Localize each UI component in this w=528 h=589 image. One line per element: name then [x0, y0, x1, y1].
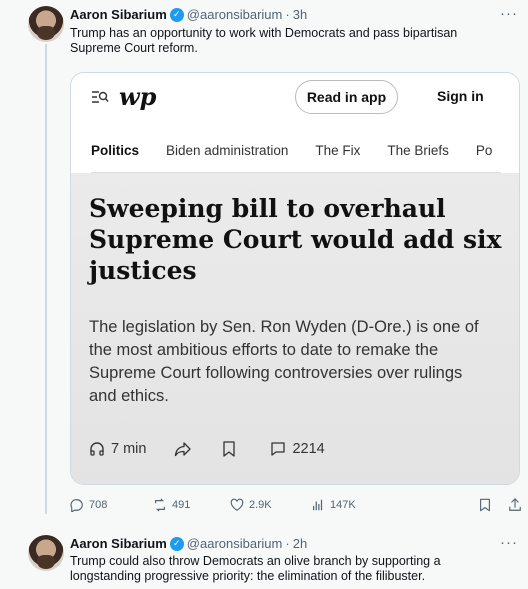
tweet[interactable]: Aaron Sibarium ✓ @aaronsibarium · 3h ···…	[0, 0, 528, 518]
nav-item-politics[interactable]: Politics	[91, 143, 139, 158]
article-dek: The legislation by Sen. Ron Wyden (D-Ore…	[89, 318, 479, 405]
timestamp[interactable]: 2h	[293, 536, 307, 551]
tweet-text: Trump has an opportunity to work with De…	[70, 26, 458, 55]
repost-count: 491	[172, 499, 191, 511]
tweet-action-bar: 708 491 2.9K 147K	[70, 496, 528, 514]
article-headline: Sweeping bill to overhaul Supreme Court …	[89, 194, 502, 285]
share-icon[interactable]	[174, 441, 192, 457]
views-chart-icon	[313, 499, 323, 511]
bookmark-icon[interactable]	[222, 441, 236, 457]
bookmark-icon	[480, 498, 490, 512]
separator: ·	[285, 7, 290, 22]
share-button[interactable]	[508, 498, 522, 512]
avatar[interactable]	[28, 6, 64, 42]
link-card[interactable]: wp Read in app Sign in Politics Biden ad…	[70, 72, 520, 485]
comments-button[interactable]: 2214	[270, 441, 325, 457]
views-button[interactable]: 147K	[311, 498, 356, 512]
tweet-header: Aaron Sibarium ✓ @aaronsibarium · 2h	[70, 536, 307, 551]
read-in-app-button[interactable]: Read in app	[295, 80, 398, 114]
sign-in-link[interactable]: Sign in	[437, 88, 484, 104]
reply-icon	[70, 499, 83, 512]
nav-item-the-briefs[interactable]: The Briefs	[387, 143, 449, 158]
tweet[interactable]: Aaron Sibarium ✓ @aaronsibarium · 2h ···…	[0, 528, 528, 589]
heart-icon	[230, 498, 244, 511]
bookmark-button[interactable]	[478, 498, 492, 512]
tweet-text: Trump could also throw Democrats an oliv…	[70, 554, 441, 583]
more-options-icon[interactable]: ···	[500, 5, 518, 22]
comment-icon	[271, 442, 286, 456]
repost-button[interactable]: 491	[153, 498, 190, 512]
thread-line	[45, 44, 47, 514]
nav-item-truncated[interactable]: Po	[476, 143, 493, 158]
comment-count: 2214	[292, 441, 325, 457]
washington-post-logo[interactable]: wp	[119, 82, 156, 111]
separator: ·	[285, 536, 290, 551]
avatar[interactable]	[28, 535, 64, 571]
section-nav: Politics Biden administration The Fix Th…	[91, 143, 492, 158]
author-handle[interactable]: @aaronsibarium	[187, 536, 283, 551]
listen-button[interactable]: 7 min	[89, 441, 146, 457]
verified-badge-icon: ✓	[169, 536, 184, 551]
reply-button[interactable]: 708	[70, 498, 107, 512]
article-preview[interactable]: Sweeping bill to overhaul Supreme Court …	[71, 173, 519, 484]
verified-badge-icon: ✓	[169, 7, 184, 22]
timestamp[interactable]: 3h	[293, 7, 307, 22]
like-button[interactable]: 2.9K	[230, 498, 272, 512]
headphones-icon	[90, 442, 104, 456]
author-name[interactable]: Aaron Sibarium	[70, 7, 167, 22]
author-name[interactable]: Aaron Sibarium	[70, 536, 167, 551]
like-count: 2.9K	[249, 499, 272, 511]
nav-item-the-fix[interactable]: The Fix	[315, 143, 360, 158]
nav-item-biden-administration[interactable]: Biden administration	[166, 143, 288, 158]
read-time: 7 min	[111, 441, 147, 457]
reply-count: 708	[89, 499, 108, 511]
article-meta: 7 min 2214	[89, 441, 325, 457]
repost-icon	[155, 498, 165, 512]
share-upload-icon	[509, 498, 521, 511]
tweet-header: Aaron Sibarium ✓ @aaronsibarium · 3h	[70, 7, 307, 22]
more-options-icon[interactable]: ···	[500, 534, 518, 551]
menu-search-icon[interactable]	[91, 90, 109, 107]
view-count: 147K	[330, 499, 356, 511]
author-handle[interactable]: @aaronsibarium	[187, 7, 283, 22]
